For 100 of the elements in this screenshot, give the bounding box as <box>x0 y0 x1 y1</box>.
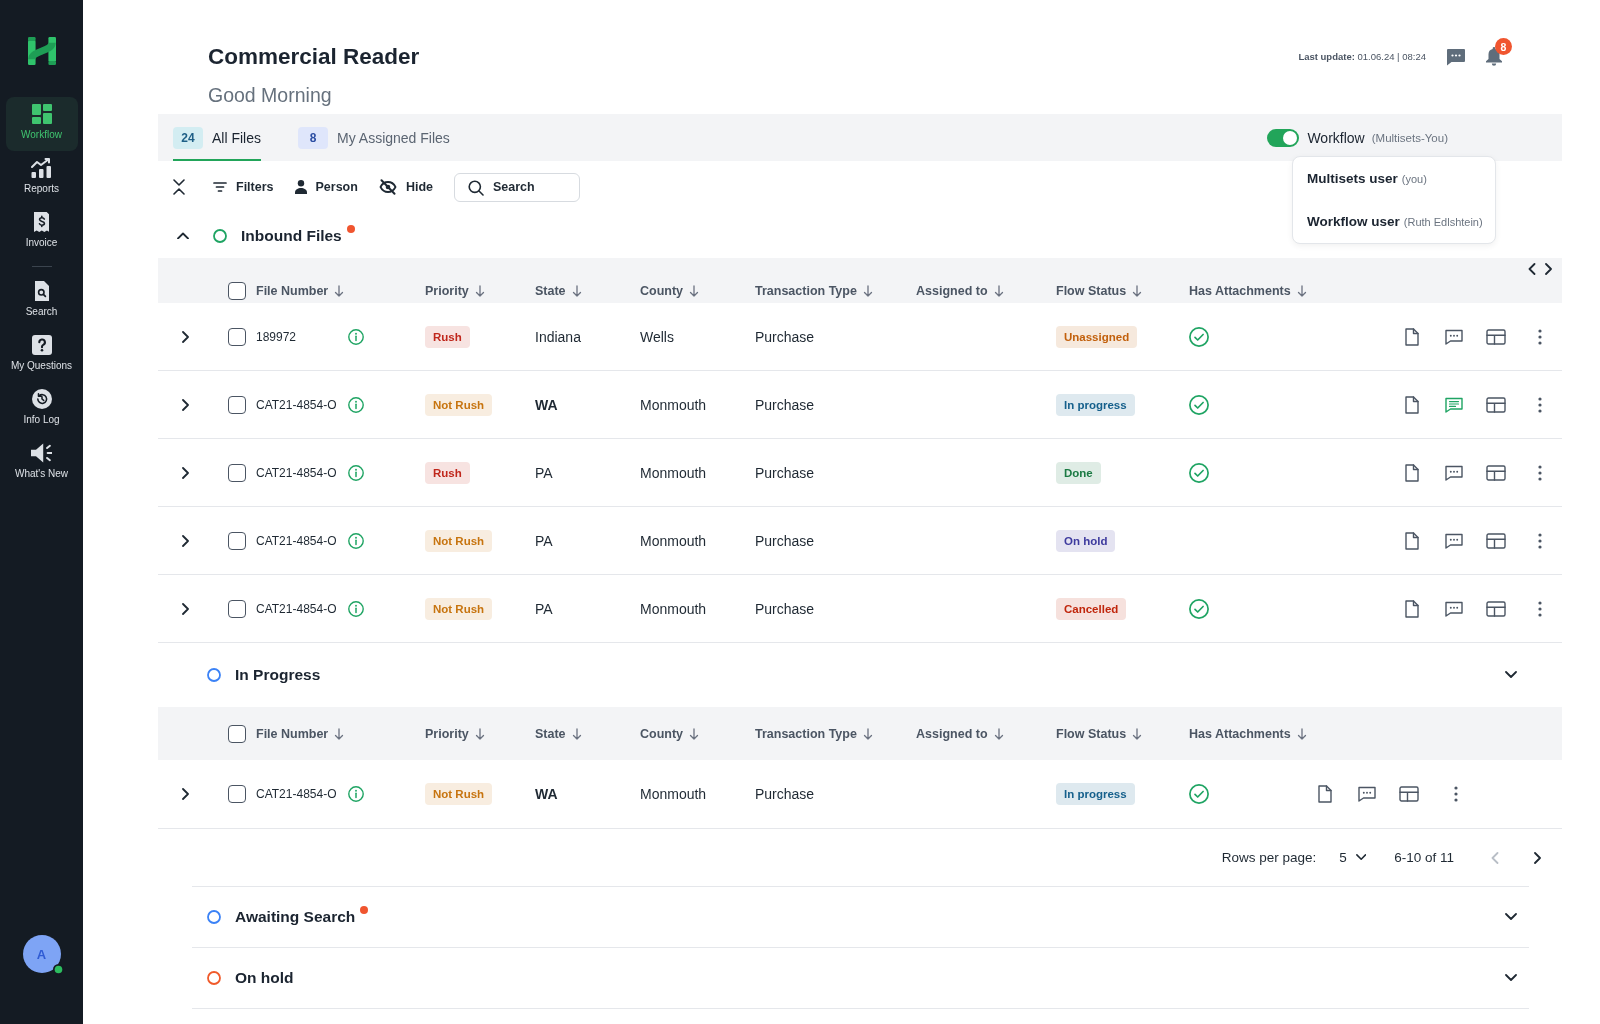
tab[interactable]: 8 My Assigned Files <box>298 114 450 161</box>
menu-item[interactable]: Workflow user (Ruth Edlshtein) <box>1293 200 1495 243</box>
column-header[interactable]: Transaction Type <box>755 283 857 298</box>
sort-arrow-icon[interactable] <box>334 727 345 740</box>
checkbox[interactable] <box>228 463 246 482</box>
sort-arrow-icon[interactable] <box>689 727 700 740</box>
info-icon[interactable] <box>348 396 364 413</box>
column-header[interactable]: Assigned to <box>916 283 988 298</box>
info-icon[interactable] <box>348 532 364 549</box>
more-icon[interactable] <box>1537 328 1542 345</box>
sort-arrow-icon[interactable] <box>862 284 873 297</box>
more-icon[interactable] <box>1537 532 1542 549</box>
toolbar-button[interactable]: Hide <box>378 179 433 195</box>
layout-icon[interactable] <box>1399 786 1419 802</box>
toolbar-button[interactable]: Person <box>294 180 358 194</box>
column-header[interactable]: County <box>640 726 684 741</box>
layout-icon[interactable] <box>1486 600 1506 617</box>
checkbox[interactable] <box>228 395 246 414</box>
nav-item[interactable]: Info Log <box>5 382 78 436</box>
comment-icon[interactable] <box>1445 396 1463 413</box>
sort-arrow-icon[interactable] <box>1296 727 1307 740</box>
sort-arrow-icon[interactable] <box>571 284 582 297</box>
bell-icon[interactable] <box>1486 47 1502 66</box>
column-header[interactable]: Assigned to <box>916 726 988 741</box>
info-icon[interactable] <box>348 600 364 617</box>
sort-arrow-icon[interactable] <box>474 727 485 740</box>
more-icon[interactable] <box>1537 464 1542 481</box>
comment-icon[interactable] <box>1358 786 1376 802</box>
nav-item[interactable]: Reports <box>5 151 78 205</box>
document-icon[interactable] <box>1405 463 1419 482</box>
layout-icon[interactable] <box>1486 328 1506 345</box>
checkbox[interactable] <box>228 785 246 803</box>
comment-icon[interactable] <box>1445 464 1463 481</box>
search-field[interactable]: Search <box>454 172 580 202</box>
chevron-down-icon[interactable] <box>1505 974 1517 982</box>
checkbox[interactable] <box>228 531 246 550</box>
chevron-right-icon[interactable] <box>1544 263 1552 275</box>
sort-arrow-icon[interactable] <box>474 284 485 297</box>
chevron-right-icon[interactable] <box>182 466 190 479</box>
info-icon[interactable] <box>348 464 364 481</box>
comment-icon[interactable] <box>1445 532 1463 549</box>
layout-icon[interactable] <box>1486 532 1506 549</box>
column-header[interactable]: Priority <box>425 283 469 298</box>
column-header[interactable]: Has Attachments <box>1189 283 1291 298</box>
toggle-switch[interactable] <box>1267 128 1300 147</box>
info-icon[interactable] <box>348 786 364 802</box>
sort-arrow-icon[interactable] <box>1296 284 1307 297</box>
document-icon[interactable] <box>1405 531 1419 550</box>
chevron-right-icon[interactable] <box>182 534 190 547</box>
column-header[interactable]: State <box>535 283 566 298</box>
sort-arrow-icon[interactable] <box>993 727 1004 740</box>
column-header[interactable]: Flow Status <box>1056 726 1127 741</box>
nav-item[interactable]: Search <box>5 274 78 328</box>
more-icon[interactable] <box>1537 600 1542 617</box>
sort-arrow-icon[interactable] <box>689 284 700 297</box>
sort-arrow-icon[interactable] <box>862 727 873 740</box>
chevron-down-icon[interactable] <box>1505 913 1517 921</box>
nav-item[interactable]: What's New <box>5 436 78 490</box>
nav-item[interactable]: Workflow <box>5 97 78 151</box>
chevron-right-icon[interactable] <box>1533 851 1541 864</box>
document-icon[interactable] <box>1318 785 1332 803</box>
column-header[interactable]: File Number <box>256 283 329 298</box>
column-header[interactable]: State <box>535 726 566 741</box>
checkbox[interactable] <box>228 724 246 743</box>
chevron-right-icon[interactable] <box>182 330 190 343</box>
layout-icon[interactable] <box>1486 464 1506 481</box>
column-header[interactable]: Has Attachments <box>1189 726 1291 741</box>
rows-per-page-select[interactable]: 5 <box>1339 850 1367 865</box>
sort-arrow-icon[interactable] <box>993 284 1004 297</box>
chat-icon[interactable] <box>1446 47 1466 66</box>
column-header[interactable]: File Number <box>256 726 329 741</box>
sort-arrow-icon[interactable] <box>571 727 582 740</box>
column-header[interactable]: Flow Status <box>1056 283 1127 298</box>
document-icon[interactable] <box>1405 599 1419 618</box>
column-header[interactable]: Transaction Type <box>755 726 857 741</box>
info-icon[interactable] <box>348 328 364 345</box>
chevron-right-icon[interactable] <box>182 398 190 411</box>
chevron-down-icon[interactable] <box>1505 671 1517 679</box>
sort-arrow-icon[interactable] <box>1132 284 1143 297</box>
column-header[interactable]: Priority <box>425 726 469 741</box>
comment-icon[interactable] <box>1445 600 1463 617</box>
chevron-right-icon[interactable] <box>182 602 190 615</box>
checkbox[interactable] <box>228 281 246 300</box>
more-icon[interactable] <box>1454 786 1458 802</box>
sort-arrow-icon[interactable] <box>1132 727 1143 740</box>
tab[interactable]: 24 All Files <box>173 114 261 161</box>
comment-icon[interactable] <box>1445 328 1463 345</box>
sort-arrow-icon[interactable] <box>334 284 345 297</box>
collapse-expand-icon[interactable] <box>173 179 185 195</box>
checkbox[interactable] <box>228 599 246 618</box>
document-icon[interactable] <box>1405 395 1419 414</box>
column-header[interactable]: County <box>640 283 684 298</box>
chevron-up-icon[interactable] <box>177 231 189 240</box>
toolbar-button[interactable]: Filters <box>213 180 274 194</box>
menu-item[interactable]: Multisets user (you) <box>1293 157 1495 200</box>
document-icon[interactable] <box>1405 327 1419 346</box>
nav-item[interactable]: My Questions <box>5 328 78 382</box>
chevron-right-icon[interactable] <box>182 788 190 800</box>
chevron-left-icon[interactable] <box>1528 263 1536 275</box>
nav-item[interactable]: Invoice <box>5 205 78 259</box>
